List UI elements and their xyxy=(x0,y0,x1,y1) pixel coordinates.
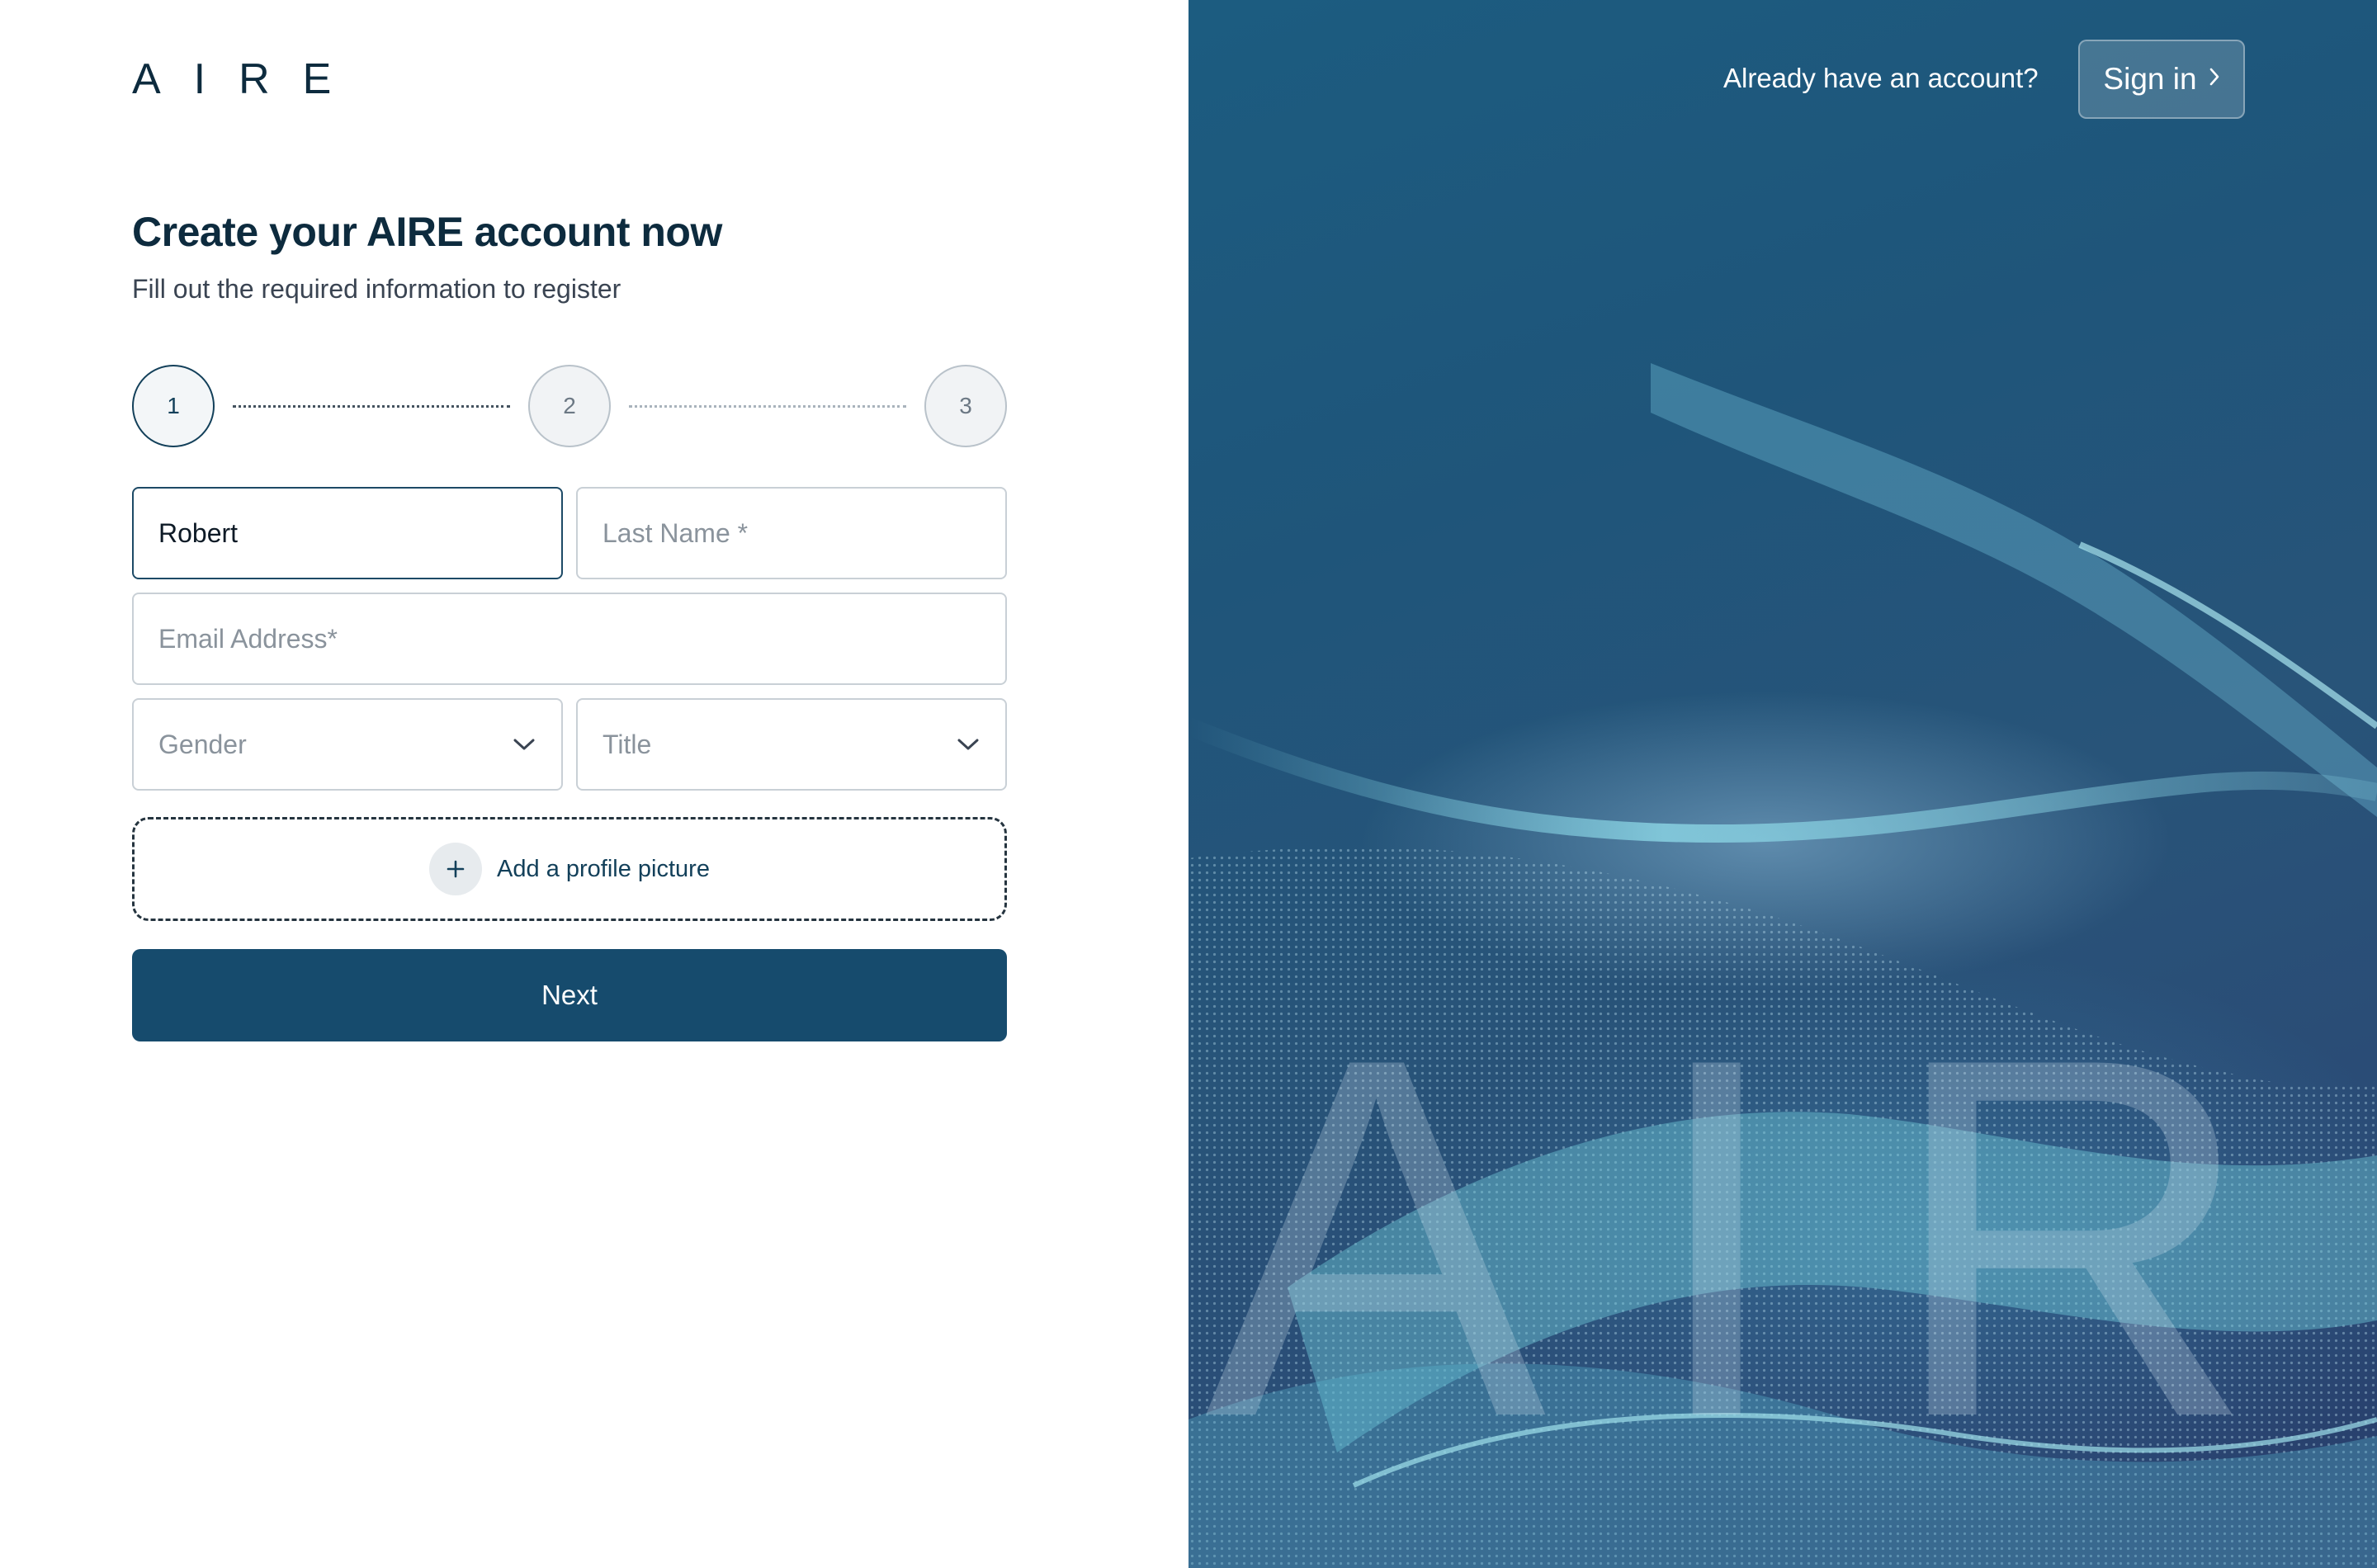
plus-icon xyxy=(429,843,483,895)
last-name-field-container xyxy=(576,487,1007,579)
email-input[interactable] xyxy=(158,623,981,654)
chevron-down-icon xyxy=(956,732,981,757)
step-1: 1 xyxy=(132,365,215,447)
first-name-field-container xyxy=(132,487,563,579)
chevron-down-icon xyxy=(512,732,536,757)
registration-panel: AIRE Create your AIRE account now Fill o… xyxy=(0,0,1188,1568)
page-subtitle: Fill out the required information to reg… xyxy=(132,274,621,304)
email-field-container xyxy=(132,593,1007,685)
title-select-value: Title xyxy=(603,729,652,759)
step-connector-2 xyxy=(629,405,906,408)
progress-stepper: 1 2 3 xyxy=(132,365,1007,447)
chevron-right-icon xyxy=(2209,65,2220,93)
title-select[interactable]: Title xyxy=(576,698,1007,791)
page-title: Create your AIRE account now xyxy=(132,209,722,255)
already-have-account-text: Already have an account? xyxy=(1723,63,2039,93)
gender-select[interactable]: Gender xyxy=(132,698,563,791)
sign-in-label: Sign in xyxy=(2103,62,2197,96)
add-profile-picture-dropzone[interactable]: Add a profile picture xyxy=(132,817,1007,921)
add-profile-picture-label: Add a profile picture xyxy=(497,855,710,882)
hero-panel: AIRE Already have an account? Sign in xyxy=(1188,0,2377,1568)
sign-in-button[interactable]: Sign in xyxy=(2078,40,2245,119)
signin-header: Already have an account? Sign in xyxy=(1188,0,2377,157)
step-connector-1 xyxy=(233,405,510,408)
next-button[interactable]: Next xyxy=(132,949,1007,1041)
step-3: 3 xyxy=(924,365,1007,447)
last-name-input[interactable] xyxy=(603,517,981,549)
gender-select-value: Gender xyxy=(158,729,247,759)
hero-aire-wordmark: AIRE xyxy=(1205,952,2377,1523)
aire-logo[interactable]: AIRE xyxy=(132,58,364,101)
first-name-input[interactable] xyxy=(158,517,536,549)
step-2: 2 xyxy=(528,365,611,447)
